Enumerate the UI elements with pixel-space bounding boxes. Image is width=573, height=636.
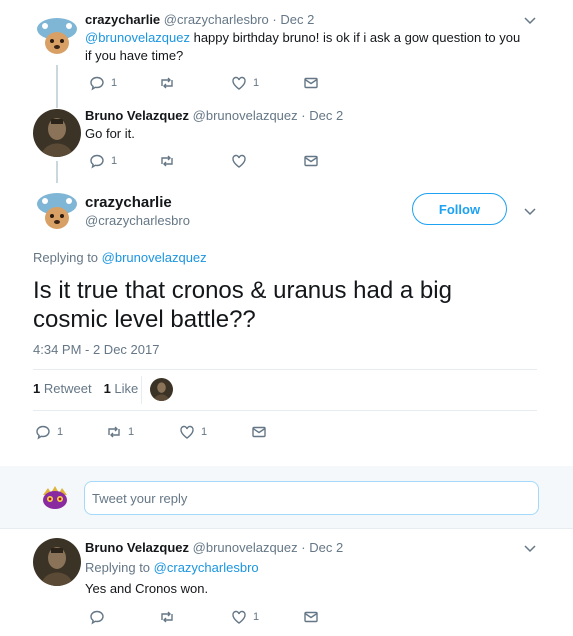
- mail-icon: [304, 77, 318, 89]
- tweet-date[interactable]: Dec 2: [280, 12, 314, 27]
- avatar-crazycharlie[interactable]: [33, 13, 81, 61]
- tweet-text: Yes and Cronos won.: [85, 581, 209, 596]
- replying-to: Replying to @brunovelazquez: [33, 250, 207, 265]
- stat-divider: [141, 376, 142, 404]
- retweet-count: 1: [128, 426, 135, 438]
- user-handle[interactable]: @brunovelazquez: [193, 540, 298, 555]
- display-name[interactable]: crazycharlie: [85, 12, 160, 27]
- tweet-header: Bruno Velazquez @brunovelazquez · Dec 2: [85, 108, 343, 123]
- retweet-icon: [161, 611, 173, 623]
- heart-icon: [232, 154, 246, 168]
- heart-icon: [232, 610, 246, 624]
- likes-stat[interactable]: 1 Like: [104, 381, 139, 396]
- retweet-button[interactable]: 1: [106, 424, 134, 440]
- avatar-bruno[interactable]: [33, 109, 81, 157]
- display-name[interactable]: Bruno Velazquez: [85, 108, 189, 123]
- divider: [33, 369, 537, 370]
- like-button[interactable]: 1: [179, 424, 207, 440]
- engagement-stats: 1 Retweet 1 Like: [33, 381, 138, 396]
- tweet-text: @brunovelazquez happy birthday bruno! is…: [85, 29, 525, 65]
- mention-link[interactable]: @brunovelazquez: [85, 30, 190, 45]
- replying-to: Replying to @crazycharlesbro: [85, 560, 259, 575]
- tweet-actions: 1 1 1: [35, 424, 275, 442]
- replying-to-link[interactable]: @brunovelazquez: [102, 250, 207, 265]
- thread-line: [56, 65, 58, 108]
- dm-button[interactable]: [303, 609, 319, 625]
- mail-icon: [304, 155, 318, 167]
- tweet-text: Go for it.: [85, 126, 135, 141]
- user-handle[interactable]: @crazycharlesbro: [85, 213, 190, 228]
- tweet-actions: 1: [89, 153, 329, 171]
- reply-count: 1: [57, 426, 64, 438]
- like-button[interactable]: 1: [231, 75, 259, 91]
- replying-to-link[interactable]: @crazycharlesbro: [154, 560, 259, 575]
- my-avatar[interactable]: [40, 482, 70, 512]
- tweet-date[interactable]: Dec 2: [309, 108, 343, 123]
- reply-icon: [90, 610, 104, 625]
- dot-separator: ·: [301, 108, 306, 123]
- retweet-icon: [161, 77, 173, 89]
- like-count: 1: [253, 611, 260, 623]
- retweet-icon: [161, 155, 173, 167]
- dot-separator: ·: [301, 540, 306, 555]
- user-handle[interactable]: @brunovelazquez: [193, 108, 298, 123]
- display-name[interactable]: Bruno Velazquez: [85, 540, 189, 555]
- replying-prefix: Replying to: [85, 560, 151, 575]
- liker-avatar[interactable]: [150, 378, 173, 401]
- replying-prefix: Replying to: [33, 250, 99, 265]
- display-name[interactable]: crazycharlie: [85, 194, 172, 211]
- tweet-header: crazycharlie @crazycharlesbro · Dec 2: [85, 12, 314, 27]
- focus-tweet-text: Is it true that cronos & uranus had a bi…: [33, 277, 452, 333]
- dm-button[interactable]: [303, 153, 319, 169]
- avatar-bruno[interactable]: [33, 538, 81, 586]
- retweet-icon: [108, 426, 120, 438]
- chevron-down-icon[interactable]: [523, 541, 537, 555]
- like-count: 1: [201, 426, 208, 438]
- tweet-actions: 1 1: [89, 75, 329, 93]
- reply-icon: [36, 425, 50, 440]
- tweet-header: Bruno Velazquez @brunovelazquez · Dec 2: [85, 540, 343, 555]
- retweet-button[interactable]: [159, 75, 181, 91]
- divider: [0, 528, 573, 529]
- retweets-stat[interactable]: 1 Retweet: [33, 381, 92, 396]
- thread-line: [56, 161, 58, 183]
- retweet-button[interactable]: [159, 609, 181, 625]
- dot-separator: ·: [272, 12, 277, 27]
- user-handle[interactable]: @crazycharlesbro: [164, 12, 269, 27]
- avatar-crazycharlie[interactable]: [33, 188, 81, 236]
- tweet-actions: 1: [89, 609, 329, 627]
- heart-icon: [232, 76, 246, 90]
- like-button[interactable]: 1: [231, 609, 259, 625]
- reply-count: 1: [111, 155, 118, 167]
- tweet-timestamp[interactable]: 4:34 PM - 2 Dec 2017: [33, 342, 159, 357]
- divider: [33, 410, 537, 411]
- reply-button[interactable]: 1: [89, 153, 117, 169]
- follow-button[interactable]: Follow: [412, 193, 507, 225]
- like-button[interactable]: [231, 153, 253, 169]
- mail-icon: [304, 611, 318, 623]
- mail-icon: [252, 426, 266, 438]
- chevron-down-icon[interactable]: [523, 204, 537, 218]
- chevron-down-icon[interactable]: [523, 13, 537, 27]
- reply-button[interactable]: 1: [35, 424, 63, 440]
- reply-input[interactable]: Tweet your reply: [84, 481, 539, 515]
- dm-button[interactable]: [303, 75, 319, 91]
- dm-button[interactable]: [251, 424, 267, 440]
- retweet-button[interactable]: [159, 153, 181, 169]
- reply-count: 1: [111, 77, 118, 89]
- reply-button[interactable]: [89, 609, 111, 625]
- like-count: 1: [253, 77, 260, 89]
- heart-icon: [180, 425, 194, 439]
- reply-icon: [90, 76, 104, 91]
- reply-icon: [90, 154, 104, 169]
- tweet-date[interactable]: Dec 2: [309, 540, 343, 555]
- reply-button[interactable]: 1: [89, 75, 117, 91]
